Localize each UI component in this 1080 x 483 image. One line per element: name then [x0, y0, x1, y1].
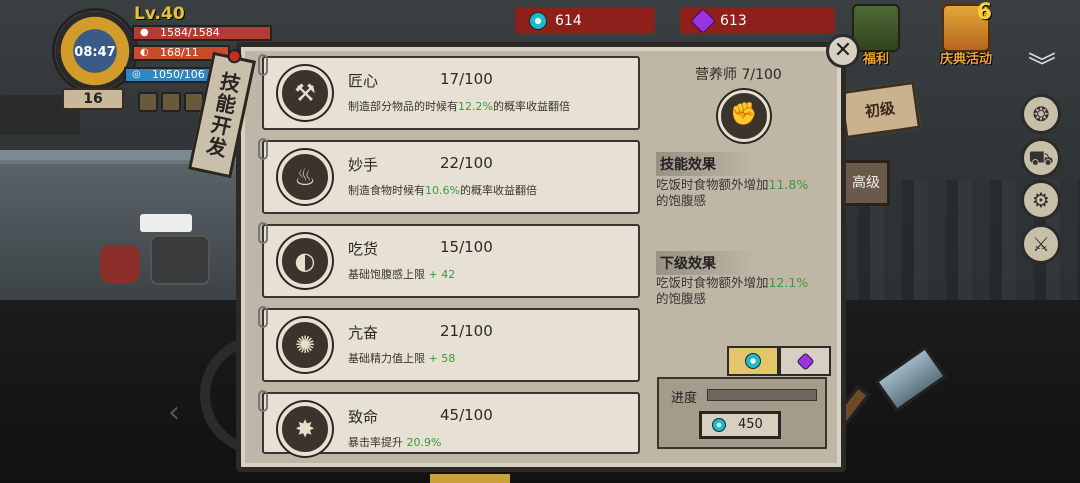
- player-level: Lv.40: [134, 4, 185, 24]
- skill-row[interactable]: ✺ 亢奋 21/100 基础精力值上限 + 58: [258, 306, 640, 382]
- brain-icon: ◎: [132, 69, 141, 80]
- tools-icon: ⚒: [278, 66, 332, 120]
- skill-desc: 制造食物时候有10.6%的概率收益翻倍: [348, 184, 537, 197]
- panel-title-text: 技能开发: [201, 69, 243, 161]
- muscle-arm-icon: ✊: [718, 90, 770, 142]
- gem-counter[interactable]: 613: [680, 8, 835, 34]
- coin-icon: [712, 418, 726, 432]
- effect-text: 吃饭时食物额外增加11.8%的饱腹感: [656, 177, 809, 208]
- skill-row[interactable]: ⚒ 匠心 17/100 制造部分物品的时候有12.2%的概率收益翻倍: [258, 54, 640, 130]
- scene-punching-bag: [100, 245, 140, 283]
- health-bar: ● 1584/1584: [132, 25, 272, 41]
- skill-name: 匠心: [348, 72, 379, 90]
- bottom-strip: [430, 474, 510, 483]
- status-gear-icon[interactable]: [138, 92, 158, 112]
- skill-name: 妙手: [348, 156, 379, 174]
- status-buff-icon[interactable]: [161, 92, 181, 112]
- sword-icon: ⚔: [1032, 232, 1050, 256]
- skill-level: 45/100: [440, 406, 493, 424]
- energy-bar: ◎ 1050/106: [124, 67, 220, 83]
- coin-value: 614: [555, 13, 582, 29]
- tab-advanced[interactable]: 高级: [842, 160, 890, 206]
- status-icons: [138, 92, 204, 112]
- stomach-icon: ◐: [278, 234, 332, 288]
- welfare-label: 福利: [862, 52, 889, 67]
- skill-row[interactable]: ◐ 吃货 15/100 基础饱腹感上限 + 42: [258, 222, 640, 298]
- coin-counter[interactable]: 614: [515, 8, 655, 34]
- pay-with-coins-tab[interactable]: [727, 346, 779, 376]
- brain-icon: ✺: [278, 318, 332, 372]
- paperclip-icon: [258, 222, 268, 244]
- upgrade-cost: 450: [738, 417, 763, 432]
- welfare-crate-icon: [852, 4, 900, 52]
- gift-box-icon: 6: [942, 0, 992, 52]
- skill-level: 15/100: [440, 238, 493, 256]
- effect-heading: 技能效果: [656, 152, 756, 176]
- skill-desc: 制造部分物品的时候有12.2%的概率收益翻倍: [348, 100, 570, 113]
- hammer-head: [874, 345, 948, 413]
- skill-row[interactable]: ✸ 致命 45/100 暴击率提升 20.9%: [258, 390, 640, 456]
- gem-icon: [795, 352, 815, 371]
- clock-time: 08:47: [74, 45, 116, 60]
- collapse-chevron-icon[interactable]: ︾: [1022, 52, 1062, 86]
- skill-desc: 基础精力值上限 + 58: [348, 352, 456, 365]
- chef-hat-icon: ♨: [278, 150, 332, 204]
- health-drop-icon: ●: [140, 27, 149, 38]
- shop-cart-button[interactable]: ⛟: [1021, 138, 1061, 178]
- paperclip-icon: [258, 390, 268, 412]
- food-value: 168/11: [160, 46, 199, 59]
- next-level-heading: 下级效果: [656, 251, 756, 275]
- skill-level: 21/100: [440, 322, 493, 340]
- pay-with-gems-tab[interactable]: [779, 346, 831, 376]
- upgrade-cost-button[interactable]: 450: [699, 411, 781, 439]
- paperclip-icon: [258, 138, 268, 160]
- settings-button[interactable]: ⚙: [1021, 180, 1061, 220]
- skill-desc: 暴击率提升 20.9%: [348, 436, 442, 449]
- selected-skill-title: 营养师 7/100: [695, 67, 782, 83]
- celebration-badge: 6: [976, 0, 992, 25]
- paperclip-icon: [258, 54, 268, 76]
- weapon-button[interactable]: ⚔: [1021, 224, 1061, 264]
- gem-icon: [690, 8, 716, 34]
- skill-name: 致命: [348, 408, 379, 426]
- left-arrow-icon[interactable]: ‹: [168, 395, 180, 430]
- burst-icon: ✸: [278, 402, 332, 456]
- scene-machine: [150, 235, 210, 285]
- skill-name: 亢奋: [348, 324, 379, 342]
- progress-bar: [707, 389, 817, 401]
- skill-level: 22/100: [440, 154, 493, 172]
- close-button[interactable]: ✕: [826, 34, 860, 68]
- cart-icon: ⛟: [1028, 146, 1054, 170]
- health-value: 1584/1584: [160, 26, 220, 39]
- medal-icon: ❂: [1032, 102, 1050, 126]
- skill-level: 17/100: [440, 70, 493, 88]
- day-counter: 16: [62, 88, 124, 110]
- progress-label: 进度: [671, 391, 698, 406]
- welfare-button[interactable]: 福利: [852, 4, 900, 67]
- skill-row[interactable]: ♨ 妙手 22/100 制造食物时候有10.6%的概率收益翻倍: [258, 138, 640, 214]
- coin-icon: [529, 12, 547, 30]
- skill-name: 吃货: [348, 240, 379, 258]
- hammer-weapon-icon[interactable]: [807, 345, 950, 470]
- payment-tabs: [727, 346, 831, 376]
- skill-desc: 基础饱腹感上限 + 42: [348, 268, 456, 281]
- paperclip-icon: [258, 306, 268, 328]
- celebration-event-button[interactable]: 6 庆典活动: [940, 0, 992, 67]
- coin-icon: [745, 353, 761, 369]
- energy-value: 1050/106: [152, 68, 205, 81]
- gear-icon: ⚙: [1032, 188, 1050, 212]
- stomach-icon: ◐: [140, 47, 149, 58]
- next-level-text: 吃饭时食物额外增加12.1%的饱腹感: [656, 275, 809, 306]
- scene-speech-bubble: [140, 214, 192, 232]
- gem-value: 613: [720, 13, 747, 29]
- medal-button[interactable]: ❂: [1021, 94, 1061, 134]
